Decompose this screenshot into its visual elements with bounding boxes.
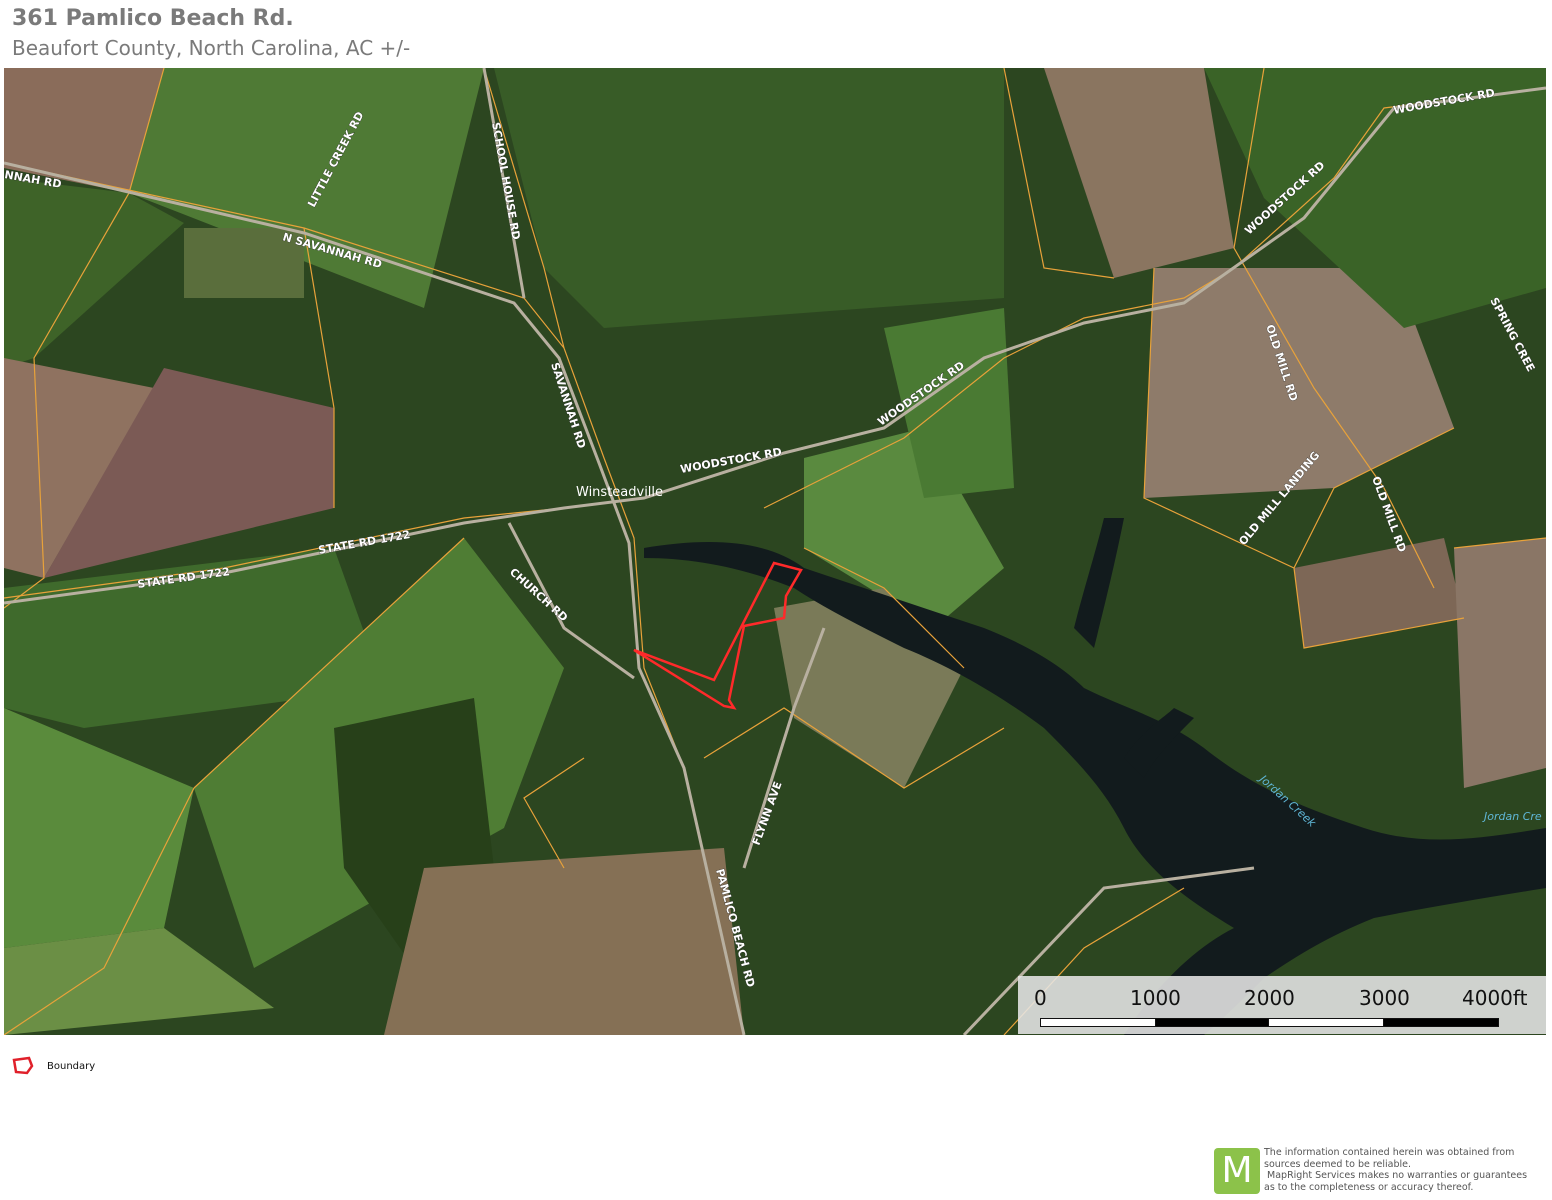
boundary-polygon-icon	[12, 1056, 34, 1075]
page-title: 361 Pamlico Beach Rd.	[12, 6, 294, 31]
disclaimer-text: The information contained herein was obt…	[1264, 1147, 1548, 1193]
disclaimer-line: The information contained herein was obt…	[1264, 1147, 1515, 1158]
scale-tick: 0	[1034, 986, 1047, 1010]
page-subtitle: Beaufort County, North Carolina, AC +/-	[12, 36, 411, 60]
scale-tick: 3000	[1359, 986, 1410, 1010]
disclaimer-line: as to the completeness or accuracy there…	[1264, 1181, 1474, 1193]
scale-tick: 4000ft	[1462, 986, 1528, 1010]
scale-bar: 0 1000 2000 3000 4000ft	[1018, 976, 1546, 1034]
field-crop	[494, 68, 1004, 328]
place-label-winsteadville: Winsteadville	[576, 485, 663, 500]
disclaimer-line: sources deemed to be reliable.	[1264, 1158, 1412, 1170]
scale-segment	[1040, 1018, 1156, 1027]
water-label-jordan-creek-edge: Jordan Cre	[1482, 810, 1542, 823]
field-tilled	[384, 848, 744, 1035]
scale-segment	[1268, 1018, 1384, 1027]
map-canvas[interactable]: Winsteadville Jordan Creek Jordan Cre NN…	[4, 68, 1546, 1035]
scale-segment	[1155, 1018, 1269, 1027]
scale-segment	[1383, 1018, 1499, 1027]
mapright-logo: M	[1214, 1148, 1260, 1194]
map-view[interactable]: Winsteadville Jordan Creek Jordan Cre NN…	[4, 68, 1546, 1035]
disclaimer-line: MapRight Services makes no warranties or…	[1264, 1170, 1528, 1181]
field-tilled	[1454, 538, 1546, 788]
legend-label-boundary: Boundary	[47, 1061, 96, 1072]
logo-letter: M	[1221, 1150, 1253, 1191]
scale-tick: 2000	[1244, 986, 1295, 1010]
scale-tick: 1000	[1130, 986, 1181, 1010]
